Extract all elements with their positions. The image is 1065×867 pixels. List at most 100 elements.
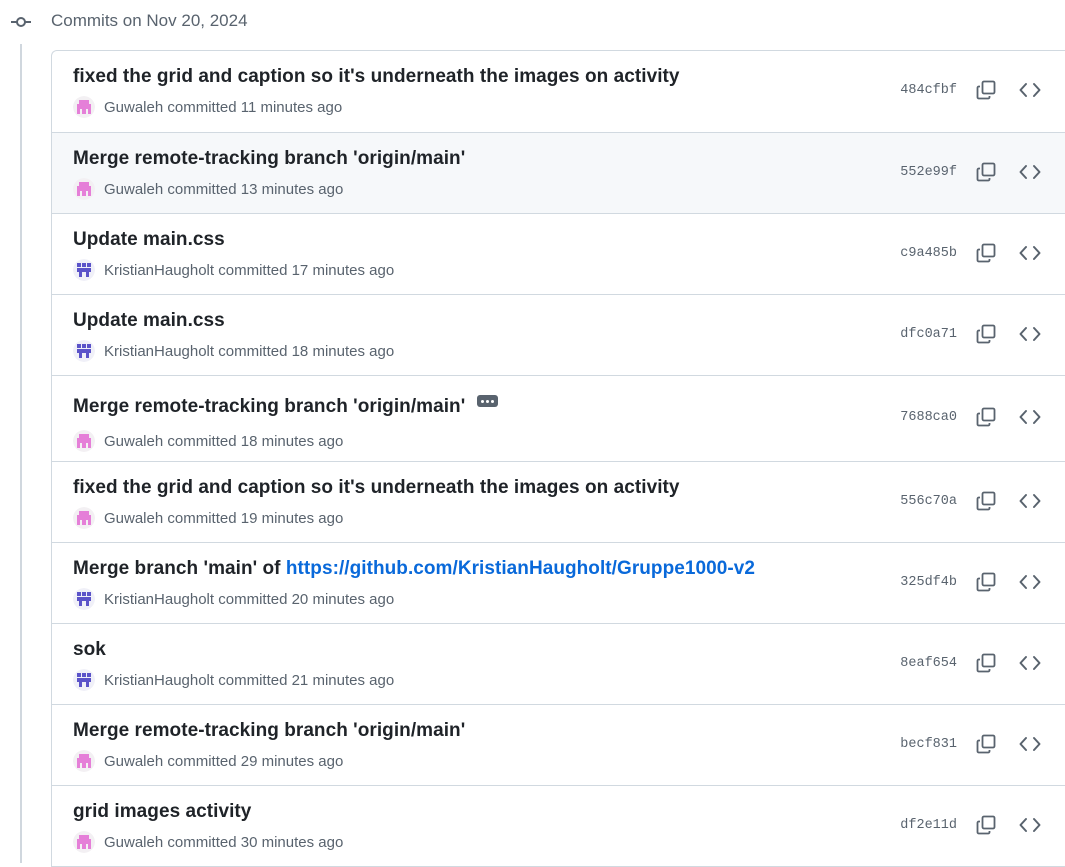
commit-row[interactable]: grid images activity Guwaleh committed 3… xyxy=(52,785,1065,866)
commit-author[interactable]: KristianHaugholt xyxy=(104,343,214,360)
commit-row[interactable]: Merge branch 'main' of https://github.co… xyxy=(52,542,1065,623)
commit-message[interactable]: fixed the grid and caption so it's under… xyxy=(73,66,680,87)
avatar[interactable] xyxy=(73,831,95,853)
browse-repository-button[interactable] xyxy=(1015,812,1045,842)
commit-message[interactable]: Merge remote-tracking branch 'origin/mai… xyxy=(73,396,465,417)
commit-sha[interactable]: 7688ca0 xyxy=(900,410,957,425)
commit-title[interactable]: sok xyxy=(73,639,106,661)
commit-sha[interactable]: 552e99f xyxy=(900,165,957,180)
commit-action: committed xyxy=(218,672,287,689)
browse-repository-button[interactable] xyxy=(1015,77,1045,107)
commit-sha[interactable]: df2e11d xyxy=(900,818,957,833)
commit-meta: Guwaleh committed 11 minutes ago xyxy=(73,96,342,118)
avatar[interactable] xyxy=(73,259,95,281)
commit-time[interactable]: 17 minutes ago xyxy=(292,262,395,279)
copy-sha-button[interactable] xyxy=(971,240,1001,270)
commit-row[interactable]: fixed the grid and caption so it's under… xyxy=(52,51,1065,132)
commit-author[interactable]: Guwaleh xyxy=(104,433,163,450)
commit-time[interactable]: 30 minutes ago xyxy=(241,834,344,851)
commit-author[interactable]: KristianHaugholt xyxy=(104,591,214,608)
commit-row[interactable]: sok KristianHaugholt committed 21 minute… xyxy=(52,623,1065,704)
browse-repository-button[interactable] xyxy=(1015,569,1045,599)
avatar[interactable] xyxy=(73,96,95,118)
kebab-horizontal-icon[interactable] xyxy=(477,395,498,407)
commit-author[interactable]: KristianHaugholt xyxy=(104,262,214,279)
commit-time[interactable]: 29 minutes ago xyxy=(241,753,344,770)
commit-time[interactable]: 13 minutes ago xyxy=(241,181,344,198)
commit-time[interactable]: 21 minutes ago xyxy=(292,672,395,689)
copy-sha-button[interactable] xyxy=(971,321,1001,351)
commit-time[interactable]: 18 minutes ago xyxy=(292,343,395,360)
commit-title[interactable]: Update main.css xyxy=(73,229,225,251)
commit-author[interactable]: Guwaleh xyxy=(104,510,163,527)
commit-title[interactable]: Merge remote-tracking branch 'origin/mai… xyxy=(73,720,465,742)
commit-author[interactable]: Guwaleh xyxy=(104,834,163,851)
commit-message[interactable]: grid images activity xyxy=(73,801,251,822)
browse-repository-button[interactable] xyxy=(1015,159,1045,189)
commit-sha[interactable]: 484cfbf xyxy=(900,83,957,98)
copy-sha-button[interactable] xyxy=(971,650,1001,680)
commit-title[interactable]: Update main.css xyxy=(73,310,225,332)
commit-message[interactable]: Merge branch 'main' of xyxy=(73,558,286,579)
copy-sha-button[interactable] xyxy=(971,731,1001,761)
commit-author[interactable]: Guwaleh xyxy=(104,753,163,770)
commit-author[interactable]: Guwaleh xyxy=(104,181,163,198)
commit-title[interactable]: fixed the grid and caption so it's under… xyxy=(73,477,680,499)
commit-message[interactable]: Update main.css xyxy=(73,229,225,250)
commit-row[interactable]: Merge remote-tracking branch 'origin/mai… xyxy=(52,132,1065,213)
commit-title[interactable]: Merge branch 'main' of https://github.co… xyxy=(73,558,755,580)
browse-repository-button[interactable] xyxy=(1015,731,1045,761)
commit-time[interactable]: 11 minutes ago xyxy=(241,99,342,116)
commit-action: committed xyxy=(218,343,287,360)
browse-repository-button[interactable] xyxy=(1015,404,1045,434)
commit-meta: Guwaleh committed 29 minutes ago xyxy=(73,750,343,772)
avatar[interactable] xyxy=(73,340,95,362)
commit-sha[interactable]: 8eaf654 xyxy=(900,656,957,671)
commit-sha[interactable]: 325df4b xyxy=(900,575,957,590)
commit-row[interactable]: Update main.css KristianHaugholt committ… xyxy=(52,213,1065,294)
commit-title[interactable]: grid images activity xyxy=(73,801,251,823)
browse-repository-button[interactable] xyxy=(1015,321,1045,351)
browse-repository-button[interactable] xyxy=(1015,488,1045,518)
commit-message[interactable]: Merge remote-tracking branch 'origin/mai… xyxy=(73,148,465,169)
commit-message[interactable]: sok xyxy=(73,639,106,660)
commit-title[interactable]: Merge remote-tracking branch 'origin/mai… xyxy=(73,148,465,170)
commit-sha[interactable]: 556c70a xyxy=(900,494,957,509)
commit-title[interactable]: fixed the grid and caption so it's under… xyxy=(73,66,680,88)
commit-sha[interactable]: becf831 xyxy=(900,737,957,752)
copy-sha-button[interactable] xyxy=(971,159,1001,189)
commit-time[interactable]: 18 minutes ago xyxy=(241,433,344,450)
commit-time[interactable]: 20 minutes ago xyxy=(292,591,395,608)
commit-message[interactable]: fixed the grid and caption so it's under… xyxy=(73,477,680,498)
commit-row[interactable]: Update main.css KristianHaugholt committ… xyxy=(52,294,1065,375)
commit-row[interactable]: Merge remote-tracking branch 'origin/mai… xyxy=(52,704,1065,785)
copy-sha-button[interactable] xyxy=(971,569,1001,599)
avatar[interactable] xyxy=(73,507,95,529)
avatar[interactable] xyxy=(73,178,95,200)
browse-repository-button[interactable] xyxy=(1015,650,1045,680)
avatar[interactable] xyxy=(73,430,95,452)
commit-message[interactable]: Merge remote-tracking branch 'origin/mai… xyxy=(73,720,465,741)
git-commit-icon xyxy=(10,12,32,32)
commit-message-link[interactable]: https://github.com/KristianHaugholt/Grup… xyxy=(286,558,755,579)
avatar[interactable] xyxy=(73,588,95,610)
copy-sha-button[interactable] xyxy=(971,77,1001,107)
commit-row[interactable]: Merge remote-tracking branch 'origin/mai… xyxy=(52,375,1065,461)
commit-sha[interactable]: dfc0a71 xyxy=(900,327,957,342)
copy-sha-button[interactable] xyxy=(971,488,1001,518)
commit-sha[interactable]: c9a485b xyxy=(900,246,957,261)
commit-message[interactable]: Update main.css xyxy=(73,310,225,331)
copy-sha-button[interactable] xyxy=(971,404,1001,434)
commit-author[interactable]: Guwaleh xyxy=(104,99,163,116)
avatar[interactable] xyxy=(73,750,95,772)
browse-repository-button[interactable] xyxy=(1015,240,1045,270)
avatar[interactable] xyxy=(73,669,95,691)
commit-row[interactable]: fixed the grid and caption so it's under… xyxy=(52,461,1065,542)
copy-icon xyxy=(976,734,996,759)
commit-title[interactable]: Merge remote-tracking branch 'origin/mai… xyxy=(73,396,498,418)
code-icon xyxy=(1019,493,1041,514)
commit-author[interactable]: KristianHaugholt xyxy=(104,672,214,689)
commit-meta: KristianHaugholt committed 21 minutes ag… xyxy=(73,669,394,691)
commit-time[interactable]: 19 minutes ago xyxy=(241,510,344,527)
copy-sha-button[interactable] xyxy=(971,812,1001,842)
